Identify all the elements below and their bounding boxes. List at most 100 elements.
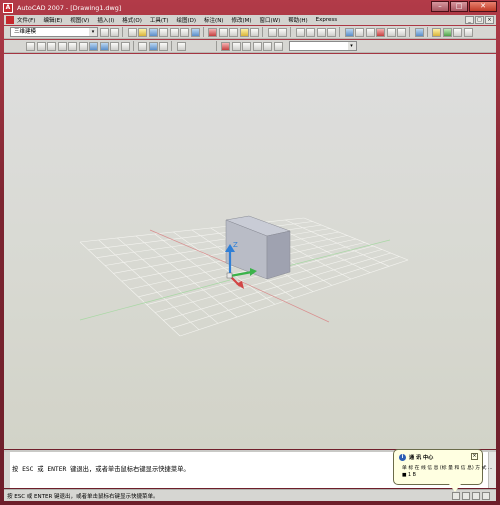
tool-palettes-icon[interactable] (365, 27, 375, 37)
document-icon[interactable] (6, 16, 14, 24)
lock-icon[interactable] (452, 492, 460, 500)
workspace-select[interactable]: 三维建模 ▾ (10, 27, 98, 37)
layer-properties-icon[interactable] (432, 27, 441, 37)
close-button[interactable]: ✕ (469, 1, 497, 12)
status-bar: 按 ESC 或 ENTER 键退出，或者单击鼠标右键显示快捷菜单。 (4, 489, 496, 501)
menu-dimension[interactable]: 标注(N) (204, 16, 223, 24)
layer-state-icon[interactable] (442, 27, 452, 37)
free-orbit-icon[interactable] (231, 41, 241, 51)
doc-close-button[interactable]: × (485, 16, 494, 24)
menu-help[interactable]: 帮助(H) (288, 16, 307, 24)
left-view-icon[interactable] (47, 41, 56, 51)
balloon-message[interactable]: 单 标 在 线 信 息 (标 量 和 信 息) 方 式 ... (402, 464, 493, 471)
grid-line (179, 259, 409, 337)
toolbar-divider (202, 27, 204, 37)
pan-icon[interactable] (295, 27, 305, 37)
print-preview-icon[interactable] (169, 27, 179, 37)
workspace-save-icon[interactable] (110, 27, 119, 37)
chevron-down-icon[interactable]: ▾ (347, 42, 356, 50)
document-controls: _ □ × (465, 16, 494, 24)
menu-draw[interactable]: 绘图(D) (177, 16, 197, 24)
paste-icon[interactable] (229, 27, 238, 37)
chevron-down-icon[interactable]: ▾ (89, 28, 97, 36)
front-view-icon[interactable] (68, 41, 77, 51)
visual-style-icon[interactable] (148, 41, 158, 51)
properties-icon[interactable] (344, 27, 354, 37)
layer-select[interactable]: ▾ (288, 41, 357, 51)
zoom-previous-icon[interactable] (327, 27, 336, 37)
camera-icon[interactable] (138, 41, 147, 51)
top-view-icon[interactable] (26, 41, 35, 51)
print-icon[interactable] (159, 27, 168, 37)
se-iso-view-icon[interactable] (99, 41, 109, 51)
ucs-origin (226, 272, 233, 279)
window-title: AutoCAD 2007 - [Drawing1.dwg] (17, 3, 122, 12)
quickcalc-icon[interactable] (397, 27, 406, 37)
zoom-realtime-icon[interactable] (306, 27, 315, 37)
zoom-window-icon[interactable] (316, 27, 326, 37)
y-axis-line (79, 279, 231, 321)
match-properties-icon[interactable] (239, 27, 249, 37)
new-file-icon[interactable] (127, 27, 137, 37)
3d-zoom-icon[interactable] (263, 41, 272, 51)
menu-format[interactable]: 格式(O) (122, 16, 142, 24)
doc-restore-button[interactable]: □ (475, 16, 484, 24)
workspace-settings-icon[interactable] (99, 27, 109, 37)
toolbar-divider (215, 41, 217, 51)
open-folder-icon[interactable] (138, 27, 147, 37)
3d-dwf-icon[interactable] (190, 27, 200, 37)
cut-icon[interactable] (208, 27, 217, 37)
command-window-grip[interactable] (4, 452, 10, 488)
tray-settings-icon[interactable] (472, 492, 480, 500)
communication-center-icon[interactable] (462, 492, 470, 500)
publish-icon[interactable] (180, 27, 189, 37)
model-space-canvas[interactable]: Z (4, 54, 496, 449)
layer-previous-icon[interactable] (453, 27, 462, 37)
layer-tools-icon[interactable] (463, 27, 473, 37)
nw-iso-view-icon[interactable] (120, 41, 130, 51)
maximize-button[interactable]: □ (450, 1, 468, 12)
block-editor-icon[interactable] (250, 27, 259, 37)
sheet-set-icon[interactable] (376, 27, 385, 37)
toolbar-divider (339, 27, 340, 37)
sw-iso-view-icon[interactable] (89, 41, 98, 51)
menu-window[interactable]: 窗口(W) (260, 16, 281, 24)
toolbar-divider (132, 41, 134, 51)
menu-insert[interactable]: 插入(I) (97, 16, 114, 24)
undo-icon[interactable] (267, 27, 277, 37)
minimize-button[interactable]: – (431, 1, 449, 12)
menu-modify[interactable]: 修改(M) (231, 16, 251, 24)
notification-balloon[interactable]: i 通 讯 中心 × 单 标 在 线 信 息 (标 量 和 信 息) 方 式 .… (393, 449, 493, 492)
clean-screen-icon[interactable] (482, 492, 490, 500)
window-controls: – □ ✕ (431, 1, 497, 12)
ne-iso-view-icon[interactable] (110, 41, 119, 51)
3d-pan-icon[interactable] (252, 41, 262, 51)
right-view-icon[interactable] (57, 41, 67, 51)
back-view-icon[interactable] (78, 41, 88, 51)
continuous-orbit-icon[interactable] (242, 41, 251, 51)
close-icon[interactable]: × (471, 453, 478, 460)
menu-express[interactable]: Express (316, 17, 337, 23)
toolbar-divider (409, 27, 410, 37)
menu-file[interactable]: 文件(F) (17, 16, 35, 24)
save-icon[interactable] (148, 27, 158, 37)
menu-tools[interactable]: 工具(T) (150, 16, 169, 24)
design-center-icon[interactable] (355, 27, 364, 37)
walk-icon[interactable] (273, 41, 283, 51)
drawing-viewport[interactable]: Z (4, 54, 496, 449)
doc-minimize-button[interactable]: _ (465, 16, 474, 24)
menu-edit[interactable]: 编辑(E) (43, 16, 62, 24)
grid-line (285, 219, 390, 267)
shade-icon[interactable] (159, 41, 168, 51)
3d-orbit-icon[interactable] (221, 41, 230, 51)
toolbar-divider (262, 27, 263, 37)
menu-view[interactable]: 视图(V) (70, 16, 89, 24)
orbit-icon[interactable] (176, 41, 186, 51)
copy-icon[interactable] (218, 27, 228, 37)
menu-bar: 文件(F) 编辑(E) 视图(V) 插入(I) 格式(O) 工具(T) 绘图(D… (4, 15, 496, 25)
redo-icon[interactable] (278, 27, 287, 37)
markup-icon[interactable] (386, 27, 396, 37)
help-icon[interactable] (414, 27, 424, 37)
bottom-view-icon[interactable] (36, 41, 46, 51)
autocad-logo-icon[interactable]: A (3, 2, 13, 13)
